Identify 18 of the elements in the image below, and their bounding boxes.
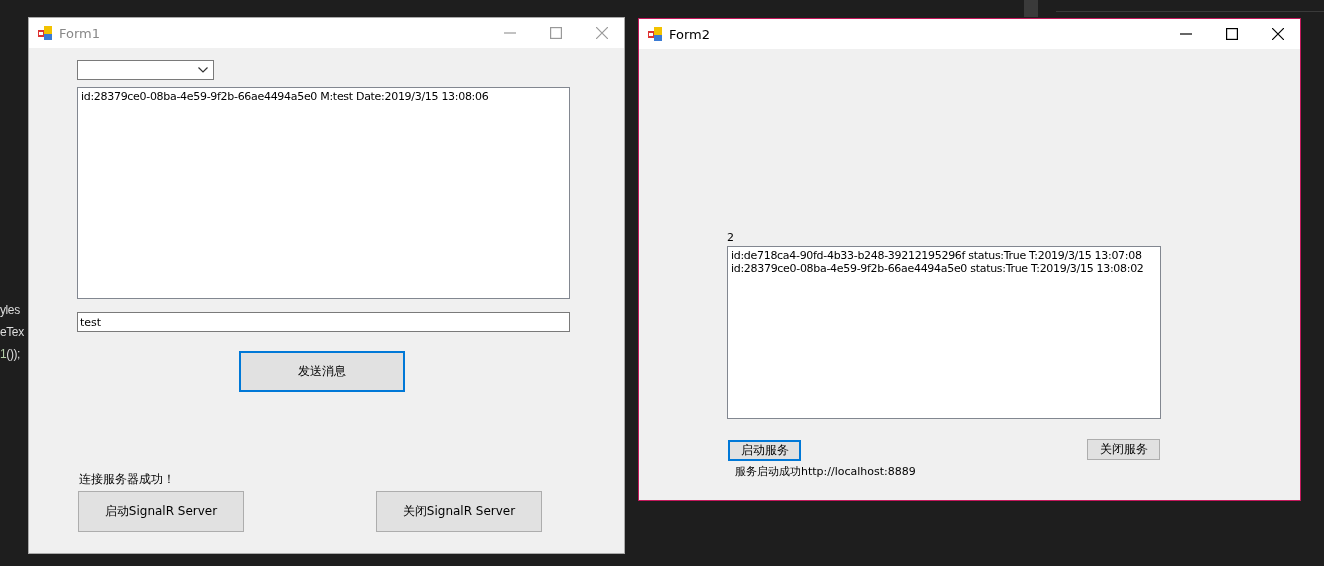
- button[interactable]: 关闭服务: [1087, 439, 1160, 460]
- code-line: 1());: [0, 346, 21, 363]
- maximize-icon[interactable]: [1226, 28, 1238, 40]
- list-item[interactable]: id:de718ca4-90fd-4b33-b248-39212195296f status:True T:2019/3/15 13:07:08: [731, 249, 1157, 262]
- connection-list[interactable]: id:de718ca4-90fd-4b33-b248-39212195296f status:True T:2019/3/15 13:07:08 id:28379ce0-08ba-4e59-9f2b-66ae4494a5e0 status:True T:2019/3/15 13:08:02: [727, 246, 1161, 419]
- app-window-icon: [38, 26, 52, 40]
- app-window-icon: [648, 27, 662, 41]
- status-label: 连接服务器成功！: [79, 471, 175, 487]
- scroll-bar[interactable]: [1024, 0, 1038, 17]
- button[interactable]: 启动服务: [728, 440, 801, 461]
- code-line: yles: [0, 302, 21, 319]
- window-title: Form2: [669, 26, 712, 42]
- window-title: Form1: [59, 25, 102, 41]
- status-label: 服务启动成功http://localhost:8889: [735, 464, 916, 480]
- code-line: eTex: [0, 324, 24, 341]
- count-label: 2: [727, 231, 734, 244]
- close-icon[interactable]: [1272, 28, 1284, 40]
- list-item[interactable]: id:28379ce0-08ba-4e59-9f2b-66ae4494a5e0 status:True T:2019/3/15 13:08:02: [731, 262, 1157, 275]
